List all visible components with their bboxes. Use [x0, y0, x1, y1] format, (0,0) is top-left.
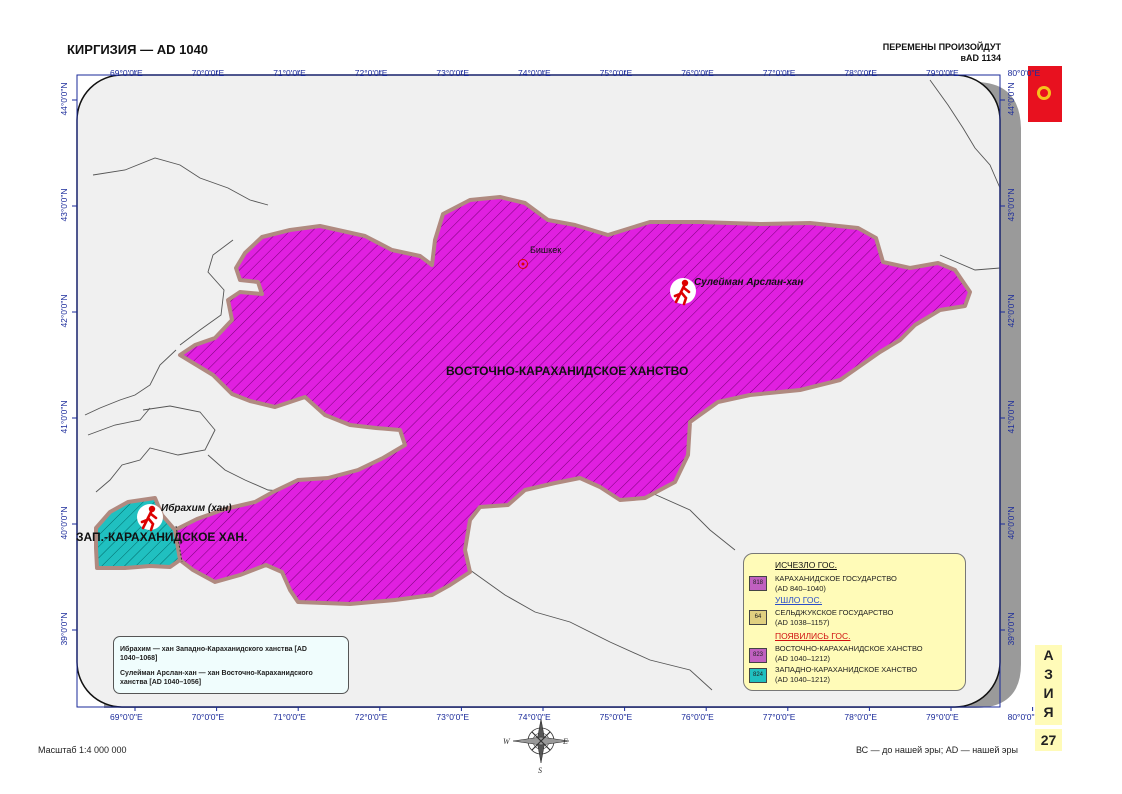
ruler-icon-west — [137, 504, 163, 532]
ruler-west-label: Ибрахим (хан) — [161, 503, 232, 514]
svg-text:S: S — [538, 766, 542, 775]
lat-tick-label: 44°0'0"N — [59, 82, 69, 116]
changes-line2: вAD 1134 — [960, 53, 1001, 63]
lon-tick-label: 73°0'0"E — [436, 68, 470, 78]
page-title: КИРГИЗИЯ — AD 1040 — [67, 42, 209, 57]
lon-tick-label: 74°0'0"E — [518, 68, 551, 78]
lat-tick-label: 40°0'0"N — [59, 506, 69, 540]
legend-item-karakhanid: КАРАХАНИДСКОЕ ГОСУДАРСТВО (AD 840–1040) — [775, 574, 897, 594]
legend-item-seljuk: СЕЛЬДЖУКСКОЕ ГОСУДАРСТВО (AD 1038–1157) — [775, 608, 893, 628]
lon-tick-label: 72°0'0"E — [354, 68, 388, 78]
lat-tick-label: 41°0'0"N — [1006, 400, 1016, 434]
legend-item-years: (AD 840–1040) — [775, 584, 826, 593]
lon-tick-label: 72°0'0"E — [354, 712, 388, 722]
east-khanate-label: ВОСТОЧНО-КАРАХАНИДСКОЕ ХАНСТВО — [446, 364, 689, 378]
lat-tick-label: 42°0'0"N — [1006, 294, 1016, 328]
capital-label: Бишкек — [530, 245, 562, 255]
legend-new-title: ПОЯВИЛИСЬ ГОС. — [775, 631, 851, 641]
era-note: ВС — до нашей эры; AD — нашей эры — [855, 745, 1018, 755]
lon-tick-label: 69°0'0"E — [110, 712, 143, 722]
legend-swatch-karakhanid: 818 — [749, 576, 767, 591]
legend-item-west: ЗАПАДНО-КАРАХАНИДСКОЕ ХАНСТВО (AD 1040–1… — [775, 665, 917, 685]
lon-tick-label: 76°0'0"E — [681, 712, 714, 722]
legend-swatch-west: 824 — [749, 668, 767, 683]
ruler-icon-east — [670, 278, 696, 306]
lon-tick-label: 74°0'0"E — [518, 712, 551, 722]
lon-tick-label: 75°0'0"E — [599, 68, 633, 78]
lon-tick-label: 75°0'0"E — [599, 712, 633, 722]
lat-tick-label: 44°0'0"N — [1006, 82, 1016, 116]
lon-tick-label: 76°0'0"E — [681, 68, 714, 78]
lat-tick-label: 43°0'0"N — [1006, 188, 1016, 222]
note-ruler-east: Сулейман Арслан-хан — хан Восточно-Карах… — [120, 670, 313, 686]
lon-tick-label: 77°0'0"E — [762, 712, 796, 722]
lon-tick-label: 78°0'0"E — [844, 712, 878, 722]
continent-letter: А — [1043, 647, 1054, 663]
lat-tick-label: 39°0'0"N — [59, 612, 69, 646]
continent-tab: А З И Я — [1035, 645, 1062, 725]
legend-item-years: (AD 1040–1212) — [775, 654, 831, 663]
continent-letter: З — [1044, 666, 1053, 682]
legend-swatch-east: 823 — [749, 648, 767, 663]
legend: ИСЧЕЗЛО ГОС. 818 КАРАХАНИДСКОЕ ГОСУДАРСТ… — [743, 553, 966, 691]
map-scale: Масштаб 1:4 000 000 — [38, 745, 127, 755]
legend-item-name: ЗАПАДНО-КАРАХАНИДСКОЕ ХАНСТВО — [775, 665, 918, 674]
lon-tick-label: 79°0'0"E — [926, 68, 959, 78]
continent-letter: Я — [1043, 704, 1054, 720]
lat-tick-label: 40°0'0"N — [1006, 506, 1016, 540]
legend-item-years: (AD 1038–1157) — [775, 618, 830, 627]
compass-rose-icon: W E S — [503, 718, 570, 775]
rulers-note: Ибрахим — хан Западно-Караханидского хан… — [113, 636, 349, 694]
legend-item-east: ВОСТОЧНО-КАРАХАНИДСКОЕ ХАНСТВО (AD 1040–… — [775, 644, 923, 664]
svg-text:E: E — [562, 737, 568, 746]
note-ruler-west: Ибрахим — хан Западно-Караханидского хан… — [120, 646, 307, 662]
lon-tick-label: 78°0'0"E — [844, 68, 878, 78]
lon-tick-label: 73°0'0"E — [436, 712, 470, 722]
legend-item-name: КАРАХАНИДСКОЕ ГОСУДАРСТВО — [775, 574, 897, 583]
ruler-east-label: Сулейман Арслан-хан — [694, 277, 804, 288]
west-khanate-label: ЗАП.-КАРАХАНИДСКОЕ ХАН. — [76, 530, 248, 544]
legend-swatch-seljuk: 64 — [749, 610, 767, 625]
lon-tick-label: 77°0'0"E — [762, 68, 796, 78]
legend-gone-title: ИСЧЕЗЛО ГОС. — [775, 560, 837, 570]
legend-item-name: ВОСТОЧНО-КАРАХАНИДСКОЕ ХАНСТВО — [775, 644, 923, 653]
changes-line1: ПЕРЕМЕНЫ ПРОИЗОЙДУТ — [882, 42, 1001, 52]
svg-text:W: W — [503, 737, 511, 746]
legend-item-years: (AD 1040–1212) — [775, 675, 831, 684]
lon-tick-label: 71°0'0"E — [273, 68, 306, 78]
legend-item-name: СЕЛЬДЖУКСКОЕ ГОСУДАРСТВО — [775, 608, 894, 617]
lat-tick-label: 39°0'0"N — [1006, 612, 1016, 646]
lat-tick-label: 42°0'0"N — [59, 294, 69, 328]
lon-tick-label: 69°0'0"E — [110, 68, 143, 78]
changes-note: ПЕРЕМЕНЫ ПРОИЗОЙДУТ вAD 1134 — [883, 42, 1001, 64]
continent-letter: И — [1043, 685, 1054, 701]
lon-tick-label: 71°0'0"E — [273, 712, 306, 722]
lon-tick-label: 70°0'0"E — [191, 68, 225, 78]
legend-left-title: УШЛО ГОС. — [775, 595, 822, 605]
lat-tick-label: 43°0'0"N — [59, 188, 69, 222]
lon-tick-label: 70°0'0"E — [191, 712, 225, 722]
page-number: 27 — [1035, 729, 1062, 751]
lon-tick-label: 79°0'0"E — [926, 712, 959, 722]
lat-tick-label: 41°0'0"N — [59, 400, 69, 434]
